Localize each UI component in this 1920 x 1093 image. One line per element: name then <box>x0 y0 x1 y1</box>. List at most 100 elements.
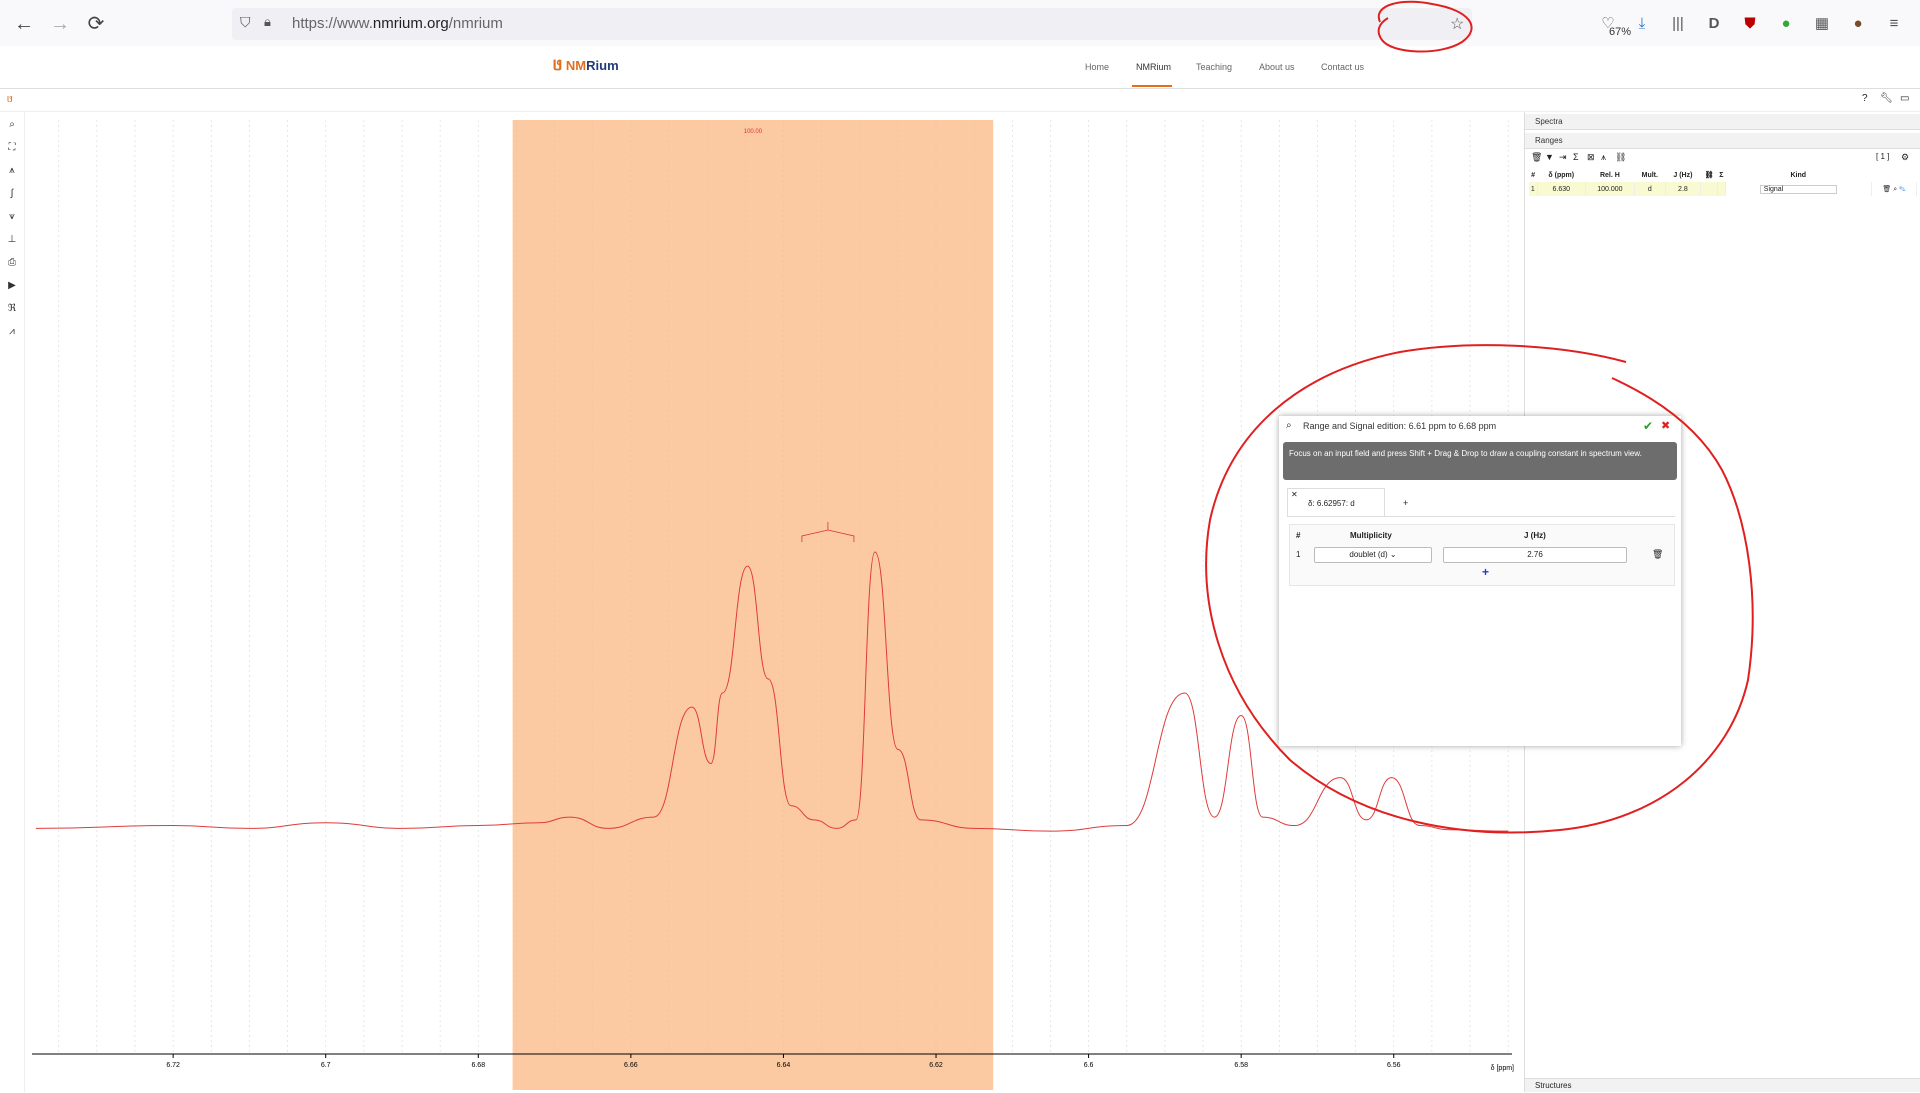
forward-icon[interactable]: → <box>46 10 74 38</box>
row-rel-h[interactable]: 100.000 <box>1585 182 1636 196</box>
selected-range-band <box>512 120 994 1090</box>
row-delta[interactable]: 6.630 <box>1537 182 1586 196</box>
zoom-icon[interactable]: ⌕ <box>1286 420 1292 431</box>
close-icon[interactable]: ✖ <box>1661 419 1670 432</box>
pocket-icon[interactable]: ♡ <box>1598 14 1618 34</box>
integral-icon[interactable]: ∫ <box>4 186 20 202</box>
nav-contact-us[interactable]: Contact us <box>1321 62 1364 72</box>
peak-picking-icon[interactable]: ⩚ <box>4 163 20 179</box>
nav-nmrium[interactable]: NMRium <box>1136 62 1171 72</box>
edit-row-icon[interactable]: ✎ <box>1899 186 1905 193</box>
extension-d-icon[interactable]: D <box>1704 14 1724 34</box>
extension-brown-icon[interactable]: ● <box>1848 14 1868 34</box>
nav-home[interactable]: Home <box>1085 62 1109 72</box>
delete-coupling-icon[interactable]: 🗑︎ <box>1652 549 1663 560</box>
export-icon[interactable]: ⎙ <box>4 255 20 271</box>
signal-tab-label[interactable]: δ: 6.62957: d <box>1308 499 1355 508</box>
col-kind[interactable]: Kind <box>1725 168 1871 182</box>
range-integral-label: 100.00 <box>744 129 763 135</box>
app-logo-icon: ᥳ <box>7 93 13 105</box>
x-tick-label: 6.66 <box>624 1062 638 1069</box>
col-j-header: J (Hz) <box>1524 531 1546 540</box>
ranges-panel-header[interactable]: Ranges <box>1525 133 1920 149</box>
reload-icon[interactable]: ⟳ <box>82 10 110 38</box>
multiplicity-value: doublet (d) <box>1349 550 1388 559</box>
link-icon[interactable]: ⛓︎ <box>1615 152 1626 163</box>
download-icon[interactable]: ⤓ <box>1632 14 1652 34</box>
x-tick-label: 6.58 <box>1234 1062 1248 1069</box>
bookmark-star-icon[interactable]: ☆ <box>1450 14 1464 34</box>
col-delta[interactable]: δ (ppm) <box>1537 168 1585 182</box>
app-top-bar: ᥳ ? 🔧︎ ▭ <box>0 89 1920 112</box>
browser-toolbar: ← → ⟳ ⛉ 🔒︎ https://www.nmrium.org/nmrium… <box>0 0 1920 47</box>
dialog-title: Range and Signal edition: 6.61 ppm to 6.… <box>1303 421 1497 431</box>
zoom-row-icon[interactable]: ⌕ <box>1893 186 1897 193</box>
col-j[interactable]: J (Hz) <box>1665 168 1701 182</box>
col-index-header: # <box>1296 531 1301 540</box>
col-multiplicity-header: Multiplicity <box>1350 531 1392 540</box>
x-tick-label: 6.64 <box>777 1062 791 1069</box>
ranges-picking-icon[interactable]: ⩛ <box>4 209 20 225</box>
help-icon[interactable]: ? <box>1862 93 1868 104</box>
row-mult[interactable]: d <box>1634 182 1666 196</box>
add-coupling-button[interactable]: + <box>1482 565 1489 579</box>
hint-message: Focus on an input field and press Shift … <box>1283 442 1677 480</box>
settings-icon[interactable]: ⚙ <box>1901 152 1909 163</box>
baseline-icon[interactable]: ⊥ <box>4 232 20 248</box>
import-icon[interactable]: ▶ <box>4 278 20 294</box>
col-sum[interactable]: Σ <box>1717 168 1725 182</box>
tab-close-icon[interactable]: ✕ <box>1291 490 1298 499</box>
row-actions: 🗑︎ ⌕ ✎ <box>1871 182 1918 196</box>
address-bar[interactable]: ⛉ 🔒︎ https://www.nmrium.org/nmrium 67% ☆ <box>232 8 1631 40</box>
spectra-panel-header[interactable]: Spectra <box>1525 114 1920 130</box>
kind-value[interactable]: Signal <box>1759 184 1837 194</box>
ublock-icon[interactable]: ⛊ <box>1740 14 1760 34</box>
save-check-icon[interactable]: ✔ <box>1643 419 1653 433</box>
col-index[interactable]: # <box>1529 168 1537 182</box>
row-j[interactable]: 2.8 <box>1665 182 1702 196</box>
phase-correction-icon[interactable]: ⩘ <box>4 324 20 340</box>
library-icon[interactable]: ||| <box>1668 14 1688 34</box>
remove-assignment-icon[interactable]: ⊠ <box>1587 152 1595 163</box>
x-tick-label: 6.7 <box>321 1062 331 1069</box>
ranges-count: [ 1 ] <box>1876 152 1890 161</box>
structures-panel-header[interactable]: Structures <box>1525 1078 1920 1092</box>
nmrium-logo[interactable]: ᥳ NMRium <box>553 54 619 75</box>
back-icon[interactable]: ← <box>10 10 38 38</box>
ranges-toolbar: 🗑︎ ▼ ⇥ Σ ⊠ ⩚ ⛓︎ [ 1 ] ⚙ <box>1531 152 1915 166</box>
fullscreen-icon[interactable]: ▭ <box>1900 93 1909 104</box>
col-mult[interactable]: Mult. <box>1635 168 1666 182</box>
col-link-icon[interactable]: ⛓︎ <box>1701 168 1718 182</box>
signal-tab[interactable]: ✕ δ: 6.62957: d <box>1287 488 1385 517</box>
delete-row-icon[interactable]: 🗑︎ <box>1882 186 1891 193</box>
coupling-table: # Multiplicity J (Hz) 1 doublet (d) ⌄ 2.… <box>1289 524 1675 586</box>
filter-icon[interactable]: ▼ <box>1545 152 1554 162</box>
x-tick-label: 6.56 <box>1387 1062 1401 1069</box>
wrench-icon[interactable]: 🔧︎ <box>1880 93 1893 104</box>
real-imaginary-icon[interactable]: ℜ <box>4 301 20 317</box>
tab-divider <box>1287 516 1675 517</box>
qr-code-icon[interactable]: ▦ <box>1812 14 1832 34</box>
nav-about-us[interactable]: About us <box>1259 62 1295 72</box>
x-tick-label: 6.72 <box>166 1062 180 1069</box>
extension-green-icon[interactable]: ● <box>1776 14 1796 34</box>
sum-icon[interactable]: Σ <box>1573 152 1579 162</box>
zoom-tool-icon[interactable]: ⌕ <box>4 117 20 133</box>
j-coupling-input[interactable]: 2.76 <box>1443 547 1627 563</box>
multiplet-icon[interactable]: ⩚ <box>1601 152 1606 163</box>
export-ranges-icon[interactable]: ⇥ <box>1559 152 1567 163</box>
nav-teaching[interactable]: Teaching <box>1196 62 1232 72</box>
full-spectrum-icon[interactable]: ⛶ <box>4 140 20 156</box>
multiplicity-select[interactable]: doublet (d) ⌄ <box>1314 547 1432 563</box>
row-index: 1 <box>1529 182 1538 196</box>
delete-icon[interactable]: 🗑︎ <box>1531 152 1542 163</box>
x-tick-label: 6.68 <box>471 1062 485 1069</box>
x-tick-label: 6.62 <box>929 1062 943 1069</box>
table-row[interactable]: 1 6.630 100.000 d 2.8 Signal 🗑︎ ⌕ ✎ <box>1529 182 1918 196</box>
site-header: ᥳ NMRium Home NMRium Teaching About us C… <box>0 46 1920 89</box>
menu-icon[interactable]: ≡ <box>1884 14 1904 34</box>
add-signal-tab-button[interactable]: + <box>1403 498 1408 508</box>
range-edit-dialog: ⌕ Range and Signal edition: 6.61 ppm to … <box>1279 416 1681 746</box>
kind-select[interactable]: Signal <box>1725 182 1872 196</box>
col-rel-h[interactable]: Rel. H <box>1585 168 1634 182</box>
